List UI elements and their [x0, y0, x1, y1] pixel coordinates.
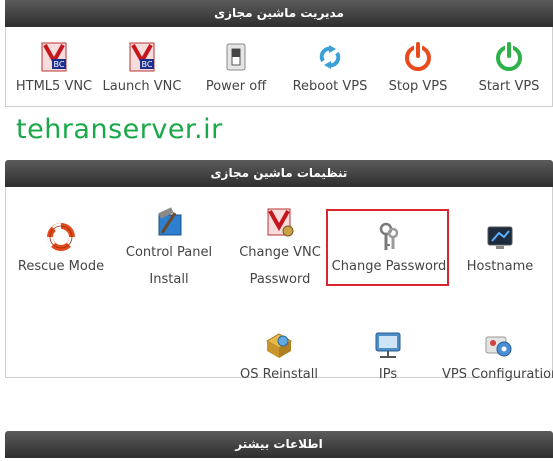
hostname-button[interactable]: Hostname — [454, 221, 546, 280]
reboot-icon — [319, 45, 341, 69]
more-info-header: اطلاعات بیشتر — [5, 431, 553, 458]
more-info-panel: اطلاعات بیشتر — [5, 431, 553, 461]
html5-vnc-button[interactable]: BC HTML5 VNC — [11, 41, 97, 100]
reboot-vps-label: Reboot VPS — [292, 79, 368, 94]
vnc-icon: BC — [129, 42, 155, 72]
vm-management-body: BC HTML5 VNC BC Launch VNC Power off Reb… — [5, 27, 553, 107]
os-reinstall-button[interactable]: OS Reinstall — [236, 329, 322, 388]
stop-power-icon — [405, 42, 431, 71]
ips-label: IPs — [378, 367, 398, 382]
os-reinstall-label: OS Reinstall — [240, 367, 318, 382]
vnc-icon: BC — [41, 42, 67, 72]
vps-configuration-button[interactable]: VPS Configuration — [442, 329, 553, 388]
site-watermark: tehranserver.ir — [16, 114, 223, 145]
ips-button[interactable]: IPs — [358, 329, 418, 388]
vm-settings-panel: تنظیمات ماشین مجازی Rescue Mode Control … — [5, 160, 553, 382]
html5-vnc-label: HTML5 VNC — [15, 79, 93, 94]
power-off-button[interactable]: Power off — [196, 41, 276, 100]
change-vnc-label: Change VNC — [239, 245, 321, 260]
svg-text:BC: BC — [142, 60, 153, 69]
start-vps-label: Start VPS — [478, 79, 540, 94]
lifebuoy-icon — [47, 223, 75, 251]
control-panel-label: Control Panel — [125, 245, 213, 260]
change-password-highlight — [326, 209, 449, 286]
hostname-label: Hostname — [466, 259, 534, 274]
vm-settings-body: Rescue Mode Control Panel Install Change… — [5, 187, 553, 382]
stop-vps-label: Stop VPS — [388, 79, 448, 94]
monitor-icon — [487, 226, 513, 249]
change-vnc-password-button[interactable]: Change VNC Password — [234, 207, 326, 293]
vps-config-icon — [485, 336, 512, 357]
control-panel-label-line2: Install — [149, 272, 189, 287]
rescue-mode-label: Rescue Mode — [17, 259, 105, 274]
change-vnc-label-line2: Password — [249, 272, 311, 287]
reboot-vps-button[interactable]: Reboot VPS — [285, 41, 375, 100]
network-icon — [375, 332, 401, 358]
os-reinstall-icon — [266, 333, 292, 358]
start-power-icon — [496, 42, 522, 71]
stop-vps-button[interactable]: Stop VPS — [380, 41, 456, 100]
power-switch-icon — [226, 43, 246, 71]
power-off-label: Power off — [205, 79, 267, 94]
control-panel-install-button[interactable]: Control Panel Install — [121, 207, 217, 293]
vps-configuration-label: VPS Configuration — [442, 367, 553, 382]
vm-management-header: مدیریت ماشین مجازی — [5, 0, 553, 27]
control-panel-icon — [158, 207, 182, 236]
vnc-password-icon — [267, 208, 294, 237]
launch-vnc-button[interactable]: BC Launch VNC — [98, 41, 186, 100]
start-vps-button[interactable]: Start VPS — [469, 41, 549, 100]
svg-text:BC: BC — [54, 60, 65, 69]
rescue-mode-button[interactable]: Rescue Mode — [11, 221, 111, 280]
vm-settings-header: تنظیمات ماشین مجازی — [5, 160, 553, 187]
launch-vnc-label: Launch VNC — [102, 79, 182, 94]
vm-management-panel: مدیریت ماشین مجازی BC HTML5 VNC BC Launc… — [5, 0, 553, 108]
